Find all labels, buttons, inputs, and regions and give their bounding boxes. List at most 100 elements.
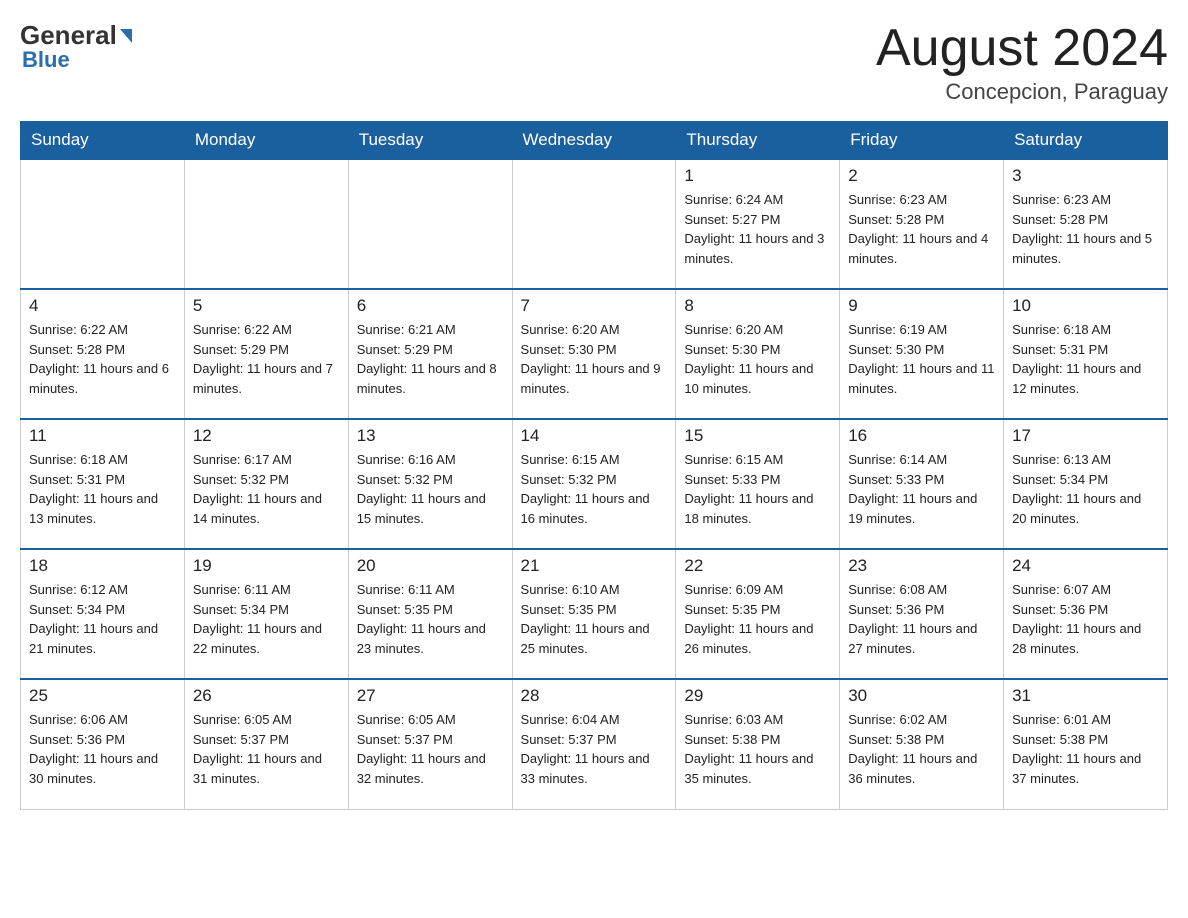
day-info: Sunrise: 6:09 AMSunset: 5:35 PMDaylight:… <box>684 580 831 658</box>
calendar-cell: 29 Sunrise: 6:03 AMSunset: 5:38 PMDaylig… <box>676 679 840 809</box>
day-number: 21 <box>521 556 668 576</box>
calendar-week-2: 4 Sunrise: 6:22 AMSunset: 5:28 PMDayligh… <box>21 289 1168 419</box>
calendar-cell: 3 Sunrise: 6:23 AMSunset: 5:28 PMDayligh… <box>1004 159 1168 289</box>
calendar-cell: 24 Sunrise: 6:07 AMSunset: 5:36 PMDaylig… <box>1004 549 1168 679</box>
calendar-week-3: 11 Sunrise: 6:18 AMSunset: 5:31 PMDaylig… <box>21 419 1168 549</box>
day-number: 4 <box>29 296 176 316</box>
day-number: 23 <box>848 556 995 576</box>
day-info: Sunrise: 6:11 AMSunset: 5:35 PMDaylight:… <box>357 580 504 658</box>
calendar-cell: 27 Sunrise: 6:05 AMSunset: 5:37 PMDaylig… <box>348 679 512 809</box>
day-info: Sunrise: 6:15 AMSunset: 5:33 PMDaylight:… <box>684 450 831 528</box>
day-number: 22 <box>684 556 831 576</box>
weekday-header-friday: Friday <box>840 122 1004 160</box>
calendar-week-5: 25 Sunrise: 6:06 AMSunset: 5:36 PMDaylig… <box>21 679 1168 809</box>
calendar-cell: 8 Sunrise: 6:20 AMSunset: 5:30 PMDayligh… <box>676 289 840 419</box>
day-number: 8 <box>684 296 831 316</box>
calendar-cell: 7 Sunrise: 6:20 AMSunset: 5:30 PMDayligh… <box>512 289 676 419</box>
calendar-cell: 4 Sunrise: 6:22 AMSunset: 5:28 PMDayligh… <box>21 289 185 419</box>
day-info: Sunrise: 6:02 AMSunset: 5:38 PMDaylight:… <box>848 710 995 788</box>
day-number: 31 <box>1012 686 1159 706</box>
calendar-cell: 17 Sunrise: 6:13 AMSunset: 5:34 PMDaylig… <box>1004 419 1168 549</box>
day-info: Sunrise: 6:23 AMSunset: 5:28 PMDaylight:… <box>848 190 995 268</box>
location-subtitle: Concepcion, Paraguay <box>876 79 1168 105</box>
calendar-cell: 14 Sunrise: 6:15 AMSunset: 5:32 PMDaylig… <box>512 419 676 549</box>
day-info: Sunrise: 6:05 AMSunset: 5:37 PMDaylight:… <box>357 710 504 788</box>
day-info: Sunrise: 6:24 AMSunset: 5:27 PMDaylight:… <box>684 190 831 268</box>
calendar-cell: 23 Sunrise: 6:08 AMSunset: 5:36 PMDaylig… <box>840 549 1004 679</box>
day-number: 15 <box>684 426 831 446</box>
page-header: General Blue August 2024 Concepcion, Par… <box>20 20 1168 105</box>
calendar-cell: 22 Sunrise: 6:09 AMSunset: 5:35 PMDaylig… <box>676 549 840 679</box>
day-number: 24 <box>1012 556 1159 576</box>
day-number: 13 <box>357 426 504 446</box>
calendar-cell: 9 Sunrise: 6:19 AMSunset: 5:30 PMDayligh… <box>840 289 1004 419</box>
calendar-week-4: 18 Sunrise: 6:12 AMSunset: 5:34 PMDaylig… <box>21 549 1168 679</box>
day-number: 30 <box>848 686 995 706</box>
weekday-header-thursday: Thursday <box>676 122 840 160</box>
day-info: Sunrise: 6:01 AMSunset: 5:38 PMDaylight:… <box>1012 710 1159 788</box>
day-number: 17 <box>1012 426 1159 446</box>
day-info: Sunrise: 6:07 AMSunset: 5:36 PMDaylight:… <box>1012 580 1159 658</box>
day-number: 29 <box>684 686 831 706</box>
day-info: Sunrise: 6:11 AMSunset: 5:34 PMDaylight:… <box>193 580 340 658</box>
day-number: 16 <box>848 426 995 446</box>
calendar-cell: 1 Sunrise: 6:24 AMSunset: 5:27 PMDayligh… <box>676 159 840 289</box>
calendar-cell <box>348 159 512 289</box>
day-info: Sunrise: 6:06 AMSunset: 5:36 PMDaylight:… <box>29 710 176 788</box>
day-info: Sunrise: 6:19 AMSunset: 5:30 PMDaylight:… <box>848 320 995 398</box>
calendar-cell: 2 Sunrise: 6:23 AMSunset: 5:28 PMDayligh… <box>840 159 1004 289</box>
day-info: Sunrise: 6:18 AMSunset: 5:31 PMDaylight:… <box>1012 320 1159 398</box>
day-info: Sunrise: 6:15 AMSunset: 5:32 PMDaylight:… <box>521 450 668 528</box>
day-info: Sunrise: 6:13 AMSunset: 5:34 PMDaylight:… <box>1012 450 1159 528</box>
day-info: Sunrise: 6:23 AMSunset: 5:28 PMDaylight:… <box>1012 190 1159 268</box>
logo: General Blue <box>20 20 132 73</box>
calendar-cell: 18 Sunrise: 6:12 AMSunset: 5:34 PMDaylig… <box>21 549 185 679</box>
calendar-cell: 28 Sunrise: 6:04 AMSunset: 5:37 PMDaylig… <box>512 679 676 809</box>
day-number: 9 <box>848 296 995 316</box>
day-number: 11 <box>29 426 176 446</box>
calendar-cell: 15 Sunrise: 6:15 AMSunset: 5:33 PMDaylig… <box>676 419 840 549</box>
calendar-cell: 11 Sunrise: 6:18 AMSunset: 5:31 PMDaylig… <box>21 419 185 549</box>
weekday-header-monday: Monday <box>184 122 348 160</box>
day-number: 5 <box>193 296 340 316</box>
weekday-header-tuesday: Tuesday <box>348 122 512 160</box>
calendar-table: SundayMondayTuesdayWednesdayThursdayFrid… <box>20 121 1168 810</box>
day-number: 1 <box>684 166 831 186</box>
logo-arrow-icon <box>120 29 132 43</box>
day-number: 7 <box>521 296 668 316</box>
day-info: Sunrise: 6:20 AMSunset: 5:30 PMDaylight:… <box>684 320 831 398</box>
day-info: Sunrise: 6:16 AMSunset: 5:32 PMDaylight:… <box>357 450 504 528</box>
day-info: Sunrise: 6:05 AMSunset: 5:37 PMDaylight:… <box>193 710 340 788</box>
calendar-cell: 19 Sunrise: 6:11 AMSunset: 5:34 PMDaylig… <box>184 549 348 679</box>
calendar-cell: 26 Sunrise: 6:05 AMSunset: 5:37 PMDaylig… <box>184 679 348 809</box>
day-info: Sunrise: 6:22 AMSunset: 5:29 PMDaylight:… <box>193 320 340 398</box>
month-year-title: August 2024 <box>876 20 1168 77</box>
calendar-cell: 16 Sunrise: 6:14 AMSunset: 5:33 PMDaylig… <box>840 419 1004 549</box>
day-number: 14 <box>521 426 668 446</box>
day-info: Sunrise: 6:08 AMSunset: 5:36 PMDaylight:… <box>848 580 995 658</box>
calendar-week-1: 1 Sunrise: 6:24 AMSunset: 5:27 PMDayligh… <box>21 159 1168 289</box>
weekday-header-row: SundayMondayTuesdayWednesdayThursdayFrid… <box>21 122 1168 160</box>
calendar-cell: 25 Sunrise: 6:06 AMSunset: 5:36 PMDaylig… <box>21 679 185 809</box>
day-number: 12 <box>193 426 340 446</box>
weekday-header-saturday: Saturday <box>1004 122 1168 160</box>
day-info: Sunrise: 6:21 AMSunset: 5:29 PMDaylight:… <box>357 320 504 398</box>
day-number: 20 <box>357 556 504 576</box>
day-number: 26 <box>193 686 340 706</box>
calendar-cell: 20 Sunrise: 6:11 AMSunset: 5:35 PMDaylig… <box>348 549 512 679</box>
weekday-header-wednesday: Wednesday <box>512 122 676 160</box>
title-area: August 2024 Concepcion, Paraguay <box>876 20 1168 105</box>
day-info: Sunrise: 6:17 AMSunset: 5:32 PMDaylight:… <box>193 450 340 528</box>
day-info: Sunrise: 6:14 AMSunset: 5:33 PMDaylight:… <box>848 450 995 528</box>
calendar-cell: 5 Sunrise: 6:22 AMSunset: 5:29 PMDayligh… <box>184 289 348 419</box>
day-info: Sunrise: 6:20 AMSunset: 5:30 PMDaylight:… <box>521 320 668 398</box>
calendar-cell: 31 Sunrise: 6:01 AMSunset: 5:38 PMDaylig… <box>1004 679 1168 809</box>
day-info: Sunrise: 6:22 AMSunset: 5:28 PMDaylight:… <box>29 320 176 398</box>
day-info: Sunrise: 6:18 AMSunset: 5:31 PMDaylight:… <box>29 450 176 528</box>
calendar-cell: 12 Sunrise: 6:17 AMSunset: 5:32 PMDaylig… <box>184 419 348 549</box>
day-info: Sunrise: 6:03 AMSunset: 5:38 PMDaylight:… <box>684 710 831 788</box>
calendar-cell <box>512 159 676 289</box>
day-number: 6 <box>357 296 504 316</box>
calendar-cell: 30 Sunrise: 6:02 AMSunset: 5:38 PMDaylig… <box>840 679 1004 809</box>
calendar-cell: 21 Sunrise: 6:10 AMSunset: 5:35 PMDaylig… <box>512 549 676 679</box>
